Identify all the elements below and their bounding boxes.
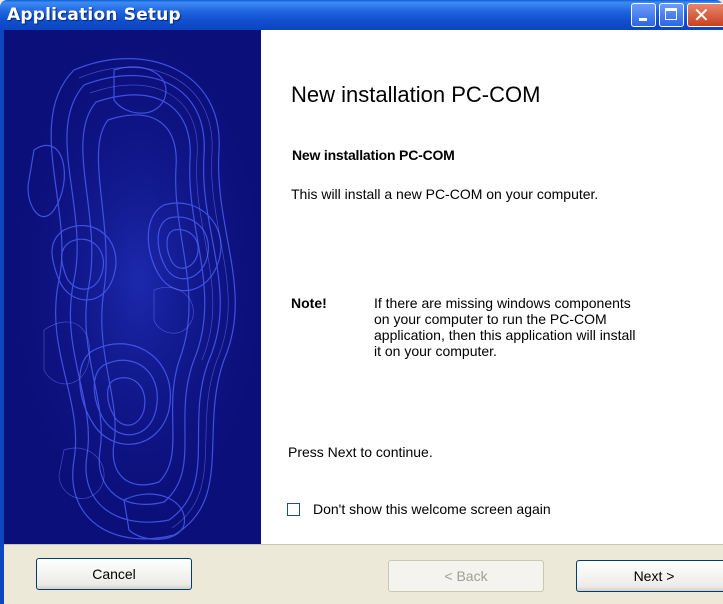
maximize-button[interactable] — [659, 3, 684, 27]
instruction-text: Press Next to continue. — [288, 444, 433, 460]
page-title: New installation PC-COM — [291, 82, 541, 107]
next-button[interactable]: Next > — [576, 560, 723, 592]
note-label: Note! — [291, 295, 327, 311]
dont-show-again-label[interactable]: Don't show this welcome screen again — [313, 501, 551, 517]
cancel-button[interactable]: Cancel — [36, 558, 192, 590]
description-text: This will install a new PC-COM on your c… — [291, 186, 599, 202]
window-title: Application Setup — [7, 5, 181, 25]
setup-banner-image — [4, 30, 261, 544]
note-text: If there are missing windows components … — [374, 295, 636, 359]
dont-show-again-checkbox[interactable] — [287, 503, 300, 516]
maximize-icon — [665, 8, 677, 20]
close-icon: ✕ — [693, 3, 710, 27]
minimize-button[interactable] — [631, 3, 656, 27]
title-bar[interactable]: Application Setup ✕ — [0, 0, 723, 30]
close-button[interactable]: ✕ — [687, 3, 723, 27]
section-title: New installation PC-COM — [292, 147, 455, 163]
banner-artwork — [4, 30, 261, 544]
back-button[interactable]: < Back — [388, 560, 544, 592]
content-panel: New installation PC-COM New installation… — [261, 30, 723, 544]
minimize-icon — [639, 18, 647, 21]
